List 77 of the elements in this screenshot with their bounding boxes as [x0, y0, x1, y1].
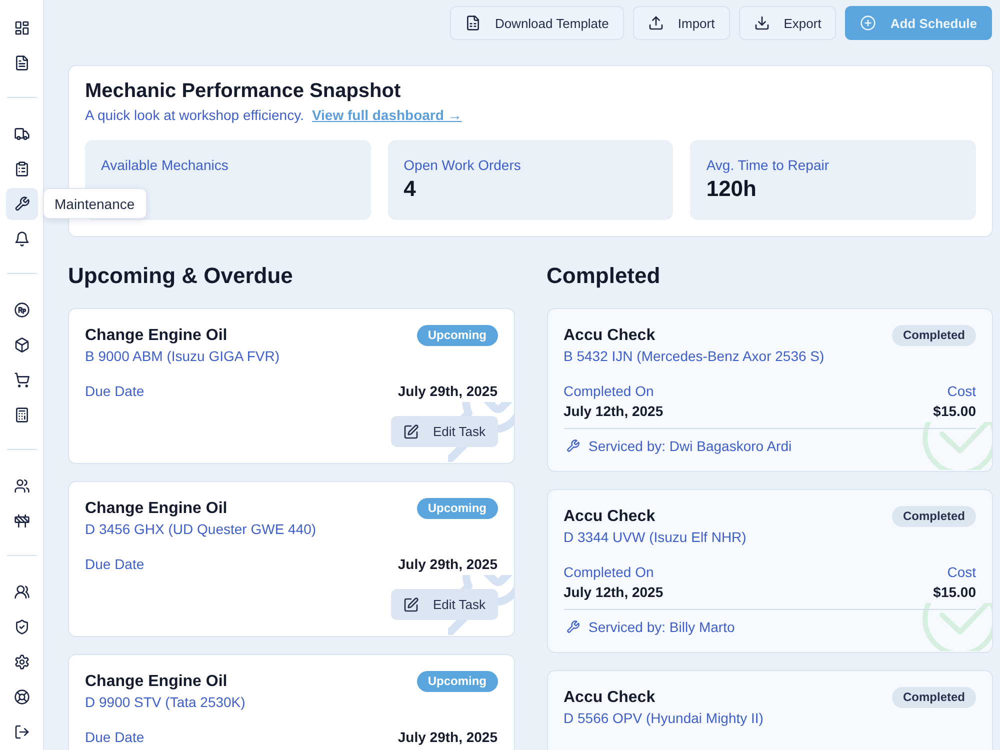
- logout-icon: [14, 724, 30, 740]
- status-badge: Upcoming: [416, 325, 498, 346]
- vehicle-label: B 5432 IJN (Mercedes-Benz Axor 2536 S): [564, 347, 824, 366]
- completed-on-label: Completed On: [564, 382, 654, 401]
- clipboard-icon: [14, 161, 30, 177]
- nav-button[interactable]: [6, 188, 38, 220]
- edit-task-button[interactable]: Edit Task: [390, 589, 498, 620]
- vehicle-label: D 3456 GHX (UD Quester GWE 440): [85, 520, 316, 539]
- tooltip: Maintenance: [42, 188, 147, 219]
- lifebuoy-icon: [14, 689, 30, 705]
- shield-check-icon: [14, 619, 30, 635]
- serviced-by-text: Serviced by: Dwi Bagaskoro Ardi: [588, 437, 792, 456]
- completed-on-value: July 12th, 2025: [564, 402, 664, 421]
- cost-value: $15.00: [933, 402, 976, 421]
- task-title: Accu Check: [564, 688, 656, 708]
- task-title: Accu Check: [564, 507, 656, 527]
- plus-circle-icon: [860, 15, 876, 31]
- check-circle-watermark-icon: [920, 422, 992, 470]
- due-date-value: July 29th, 2025: [398, 382, 498, 401]
- stat-label: Avg. Time to Repair: [706, 156, 830, 175]
- cost-label: Cost: [947, 382, 976, 401]
- status-badge: Completed: [892, 506, 976, 527]
- toolbar-button[interactable]: Export: [738, 6, 836, 40]
- upload-icon: [648, 15, 664, 31]
- due-date-label: Due Date: [85, 728, 144, 747]
- calculator-icon: [14, 407, 30, 423]
- coin-icon: [14, 302, 30, 318]
- wrench-icon: [14, 196, 30, 212]
- toolbar-button[interactable]: Download Template: [450, 6, 624, 40]
- completed-on-label: Completed On: [564, 563, 654, 582]
- due-date-label: Due Date: [85, 382, 144, 401]
- barrier-icon: [14, 513, 30, 529]
- vehicle-label: D 3344 UVW (Isuzu Elf NHR): [564, 528, 746, 547]
- stat-value: 120h: [706, 175, 758, 203]
- task-title: Change Engine Oil: [85, 499, 228, 519]
- document-icon: [14, 55, 30, 71]
- section-title: Upcoming & Overdue: [68, 262, 294, 290]
- task-title: Change Engine Oil: [85, 672, 228, 692]
- vehicle-label: B 9000 ABM (Isuzu GIGA FVR): [85, 347, 280, 366]
- serviced-by-text: Serviced by: Billy Marto: [588, 618, 735, 637]
- settings-icon: [14, 654, 30, 670]
- bell-icon: [14, 231, 30, 247]
- due-date-label: Due Date: [85, 555, 144, 574]
- due-date-value: July 29th, 2025: [398, 728, 498, 747]
- download-icon: [754, 15, 770, 31]
- section-title: Completed: [546, 262, 662, 290]
- vehicle-label: D 5566 OPV (Hyundai Mighty II): [564, 709, 764, 728]
- status-badge: Upcoming: [416, 671, 498, 692]
- stat-label: Available Mechanics: [101, 156, 230, 175]
- wrench-icon: [566, 439, 580, 453]
- status-badge: Completed: [892, 687, 976, 708]
- completed-on-value: July 12th, 2025: [564, 583, 664, 602]
- dashboard-grid-icon: [14, 20, 30, 36]
- spreadsheet-icon: [464, 15, 481, 31]
- wrench-icon: [566, 620, 580, 634]
- users-icon: [14, 584, 30, 600]
- cost-label: Cost: [947, 563, 976, 582]
- box-icon: [14, 337, 30, 353]
- status-badge: Upcoming: [416, 498, 498, 519]
- task-title: Accu Check: [564, 326, 656, 346]
- edit-icon: [402, 424, 419, 440]
- due-date-value: July 29th, 2025: [398, 555, 498, 574]
- edit-icon: [402, 596, 419, 612]
- cost-value: $15.00: [933, 583, 976, 602]
- stat-value: 4: [404, 175, 417, 203]
- card-title: Mechanic Performance Snapshot: [85, 79, 402, 103]
- check-circle-watermark-icon: [920, 603, 992, 651]
- task-title: Change Engine Oil: [85, 326, 228, 346]
- edit-task-button[interactable]: Edit Task: [390, 416, 498, 447]
- users-icon: [14, 478, 30, 494]
- card-subtitle: A quick look at workshop efficiency.: [85, 106, 304, 125]
- vehicle-label: D 9900 STV (Tata 2530K): [85, 693, 246, 712]
- status-badge: Completed: [892, 325, 976, 346]
- stat-label: Open Work Orders: [404, 156, 522, 175]
- truck-icon: [14, 126, 30, 142]
- cart-icon: [14, 372, 30, 388]
- toolbar-button[interactable]: Import: [632, 6, 730, 40]
